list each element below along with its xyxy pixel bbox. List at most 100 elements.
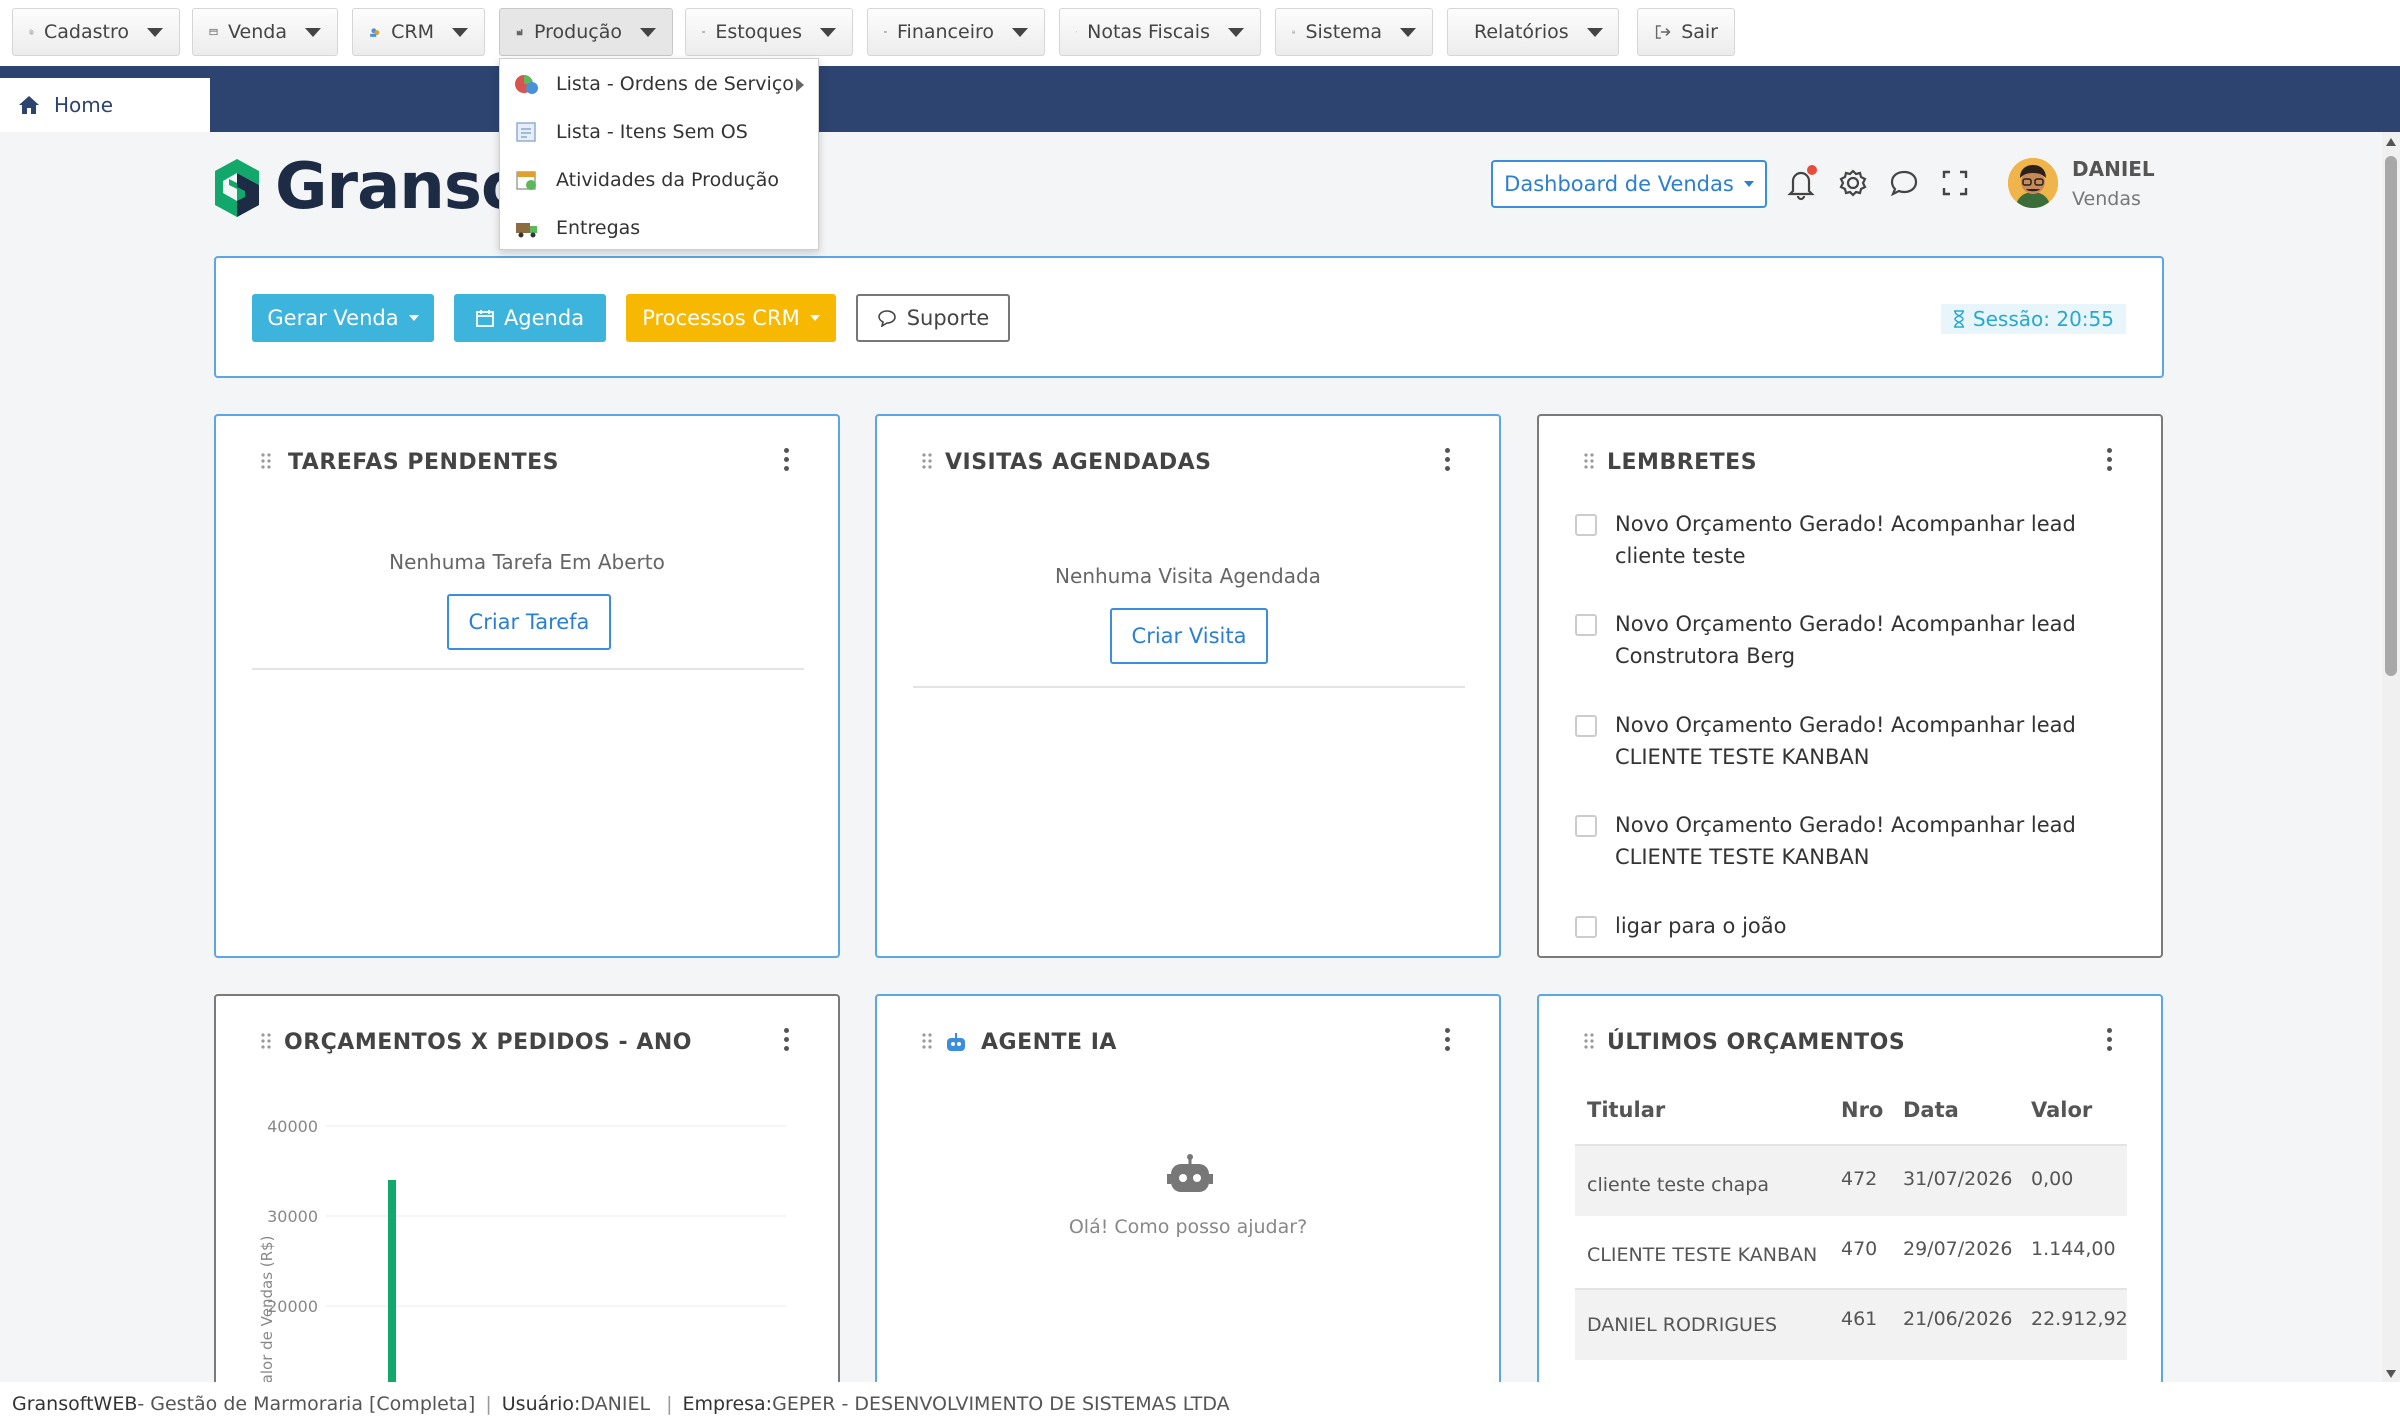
reminder-checkbox[interactable]: [1575, 514, 1597, 536]
reminder-checkbox[interactable]: [1575, 715, 1597, 737]
drag-handle-icon[interactable]: [921, 452, 933, 470]
reminder-line: CLIENTE TESTE KANBAN: [1615, 745, 1870, 769]
caret-down-icon: [147, 27, 163, 37]
menu-item-entregas[interactable]: Entregas: [500, 205, 818, 251]
card-title: AGENTE IA: [981, 1030, 1117, 1055]
menu-producao[interactable]: Produção: [499, 8, 673, 56]
quick-actions-panel: Gerar Venda Agenda Processos CRM Suporte…: [214, 256, 2164, 378]
column-header-data: Data: [1903, 1098, 1959, 1122]
home-icon: [19, 96, 39, 114]
submenu-arrow-icon: [796, 78, 804, 92]
status-company-label: Empresa:: [682, 1392, 773, 1415]
divider: [913, 686, 1465, 688]
cell-nro: 472: [1841, 1168, 1878, 1190]
menu-financeiro[interactable]: Financeiro: [867, 8, 1045, 56]
notification-bell-icon[interactable]: [1781, 163, 1821, 203]
tab-home-label: Home: [54, 93, 114, 117]
criar-visita-button[interactable]: Criar Visita: [1110, 608, 1268, 664]
delivery-icon: [516, 223, 537, 238]
gerar-venda-button[interactable]: Gerar Venda: [252, 294, 434, 342]
status-user-label: Usuário:: [501, 1392, 581, 1415]
y-tick-label: 30000: [267, 1207, 318, 1226]
reminder-line: Novo Orçamento Gerado! Acompanhar lead: [1615, 813, 2076, 837]
reminder-item[interactable]: ligar para o joão: [1575, 910, 2135, 942]
suporte-button[interactable]: Suporte: [856, 294, 1010, 342]
dashboard-select-label: Dashboard de Vendas: [1504, 172, 1734, 196]
card-options-icon[interactable]: [1443, 448, 1451, 472]
menu-venda[interactable]: Venda: [192, 8, 338, 56]
hourglass-icon: [1953, 310, 1964, 328]
tarefas-empty-message: Nenhuma Tarefa Em Aberto: [389, 550, 665, 574]
reminder-line: Novo Orçamento Gerado! Acompanhar lead: [1615, 713, 2076, 737]
exit-button[interactable]: Sair: [1637, 8, 1735, 56]
reminder-checkbox[interactable]: [1575, 815, 1597, 837]
reminder-text: Novo Orçamento Gerado! Acompanhar lead CL…: [1615, 709, 2076, 773]
menu-estoques[interactable]: Estoques: [685, 8, 853, 56]
session-timer-label: Sessão: 20:55: [1972, 307, 2114, 331]
page-scrollbar[interactable]: [2382, 132, 2400, 1382]
scroll-thumb[interactable]: [2385, 156, 2397, 676]
drag-handle-icon[interactable]: [1583, 452, 1595, 470]
chart-bar: [388, 1180, 396, 1396]
scroll-up-icon[interactable]: [2386, 138, 2396, 146]
cell-valor: 0,00: [2031, 1168, 2074, 1190]
menu-item-atividades-producao[interactable]: Atividades da Produção: [500, 157, 818, 203]
drag-handle-icon[interactable]: [921, 1032, 933, 1050]
dashboard-select[interactable]: Dashboard de Vendas: [1491, 160, 1767, 208]
status-module: - Gestão de Marmoraria [Completa]: [137, 1392, 476, 1415]
card-options-icon[interactable]: [1443, 1028, 1451, 1052]
reminder-item[interactable]: Novo Orçamento Gerado! Acompanhar lead CL…: [1575, 809, 2135, 873]
calendar-icon: [476, 310, 494, 327]
card-options-icon[interactable]: [782, 1028, 790, 1052]
card-options-icon[interactable]: [2105, 1028, 2113, 1052]
drag-handle-icon[interactable]: [1583, 1032, 1595, 1050]
drag-handle-icon[interactable]: [260, 452, 272, 470]
y-tick-label: 40000: [267, 1117, 318, 1136]
visitas-empty-message: Nenhuma Visita Agendada: [1055, 564, 1321, 588]
menu-sistema[interactable]: Sistema: [1275, 8, 1433, 56]
processos-crm-button[interactable]: Processos CRM: [626, 294, 836, 342]
fullscreen-icon[interactable]: [1935, 163, 1975, 203]
barcode-icon: [702, 31, 705, 33]
menu-relatorios[interactable]: Relatórios: [1447, 8, 1619, 56]
caret-down-icon: [820, 27, 836, 37]
table-row[interactable]: DANIEL RODRIGUES 461 21/06/2026 22.912,9…: [1575, 1290, 2128, 1360]
navigation-bar: [0, 66, 2400, 132]
drag-handle-icon[interactable]: [260, 1032, 272, 1050]
session-timer-badge: Sessão: 20:55: [1940, 304, 2126, 334]
reminder-text: Novo Orçamento Gerado! Acompanhar lead Co…: [1615, 608, 2076, 672]
agenda-button[interactable]: Agenda: [454, 294, 606, 342]
reminder-item[interactable]: Novo Orçamento Gerado! Acompanhar lead CL…: [1575, 709, 2135, 773]
table-row[interactable]: cliente teste chapa 472 31/07/2026 0,00: [1575, 1146, 2127, 1216]
caret-down-icon: [408, 315, 419, 321]
reminder-item[interactable]: Novo Orçamento Gerado! Acompanhar lead Co…: [1575, 608, 2135, 672]
gerar-venda-label: Gerar Venda: [267, 306, 399, 330]
cell-valor: 22.912,92: [2031, 1308, 2128, 1330]
tab-home[interactable]: Home: [0, 78, 210, 132]
factory-icon: [516, 29, 523, 36]
card-options-icon[interactable]: [782, 448, 790, 472]
caret-down-icon: [305, 27, 321, 37]
chat-bubble-icon[interactable]: [1884, 163, 1924, 203]
reminder-item[interactable]: Novo Orçamento Gerado! Acompanhar lead cl…: [1575, 508, 2135, 572]
criar-tarefa-button[interactable]: Criar Tarefa: [447, 594, 611, 650]
user-role: Vendas: [2072, 188, 2141, 210]
card-options-icon[interactable]: [2105, 448, 2113, 472]
menu-item-ordens-servico[interactable]: Lista - Ordens de Serviço: [500, 61, 818, 107]
reminder-checkbox[interactable]: [1575, 916, 1597, 938]
reminder-line: Construtora Berg: [1615, 644, 1796, 668]
processos-crm-label: Processos CRM: [642, 306, 800, 330]
column-header-nro: Nro: [1841, 1098, 1884, 1122]
cell-valor: 1.144,00: [2031, 1238, 2116, 1260]
menu-item-itens-sem-os[interactable]: Lista - Itens Sem OS: [500, 109, 818, 155]
gear-icon[interactable]: [1833, 163, 1873, 203]
table-row[interactable]: CLIENTE TESTE KANBAN 470 29/07/2026 1.14…: [1575, 1218, 2127, 1288]
menu-crm[interactable]: CRM: [352, 8, 485, 56]
scroll-down-icon[interactable]: [2386, 1370, 2396, 1378]
avatar[interactable]: [2008, 158, 2058, 208]
menu-notas-fiscais[interactable]: Notas Fiscais: [1059, 8, 1261, 56]
reminder-checkbox[interactable]: [1575, 614, 1597, 636]
menu-cadastro[interactable]: Cadastro: [12, 8, 180, 56]
status-company: GEPER - DESENVOLVIMENTO DE SISTEMAS LTDA: [772, 1392, 1230, 1415]
user-name: DANIEL: [2072, 157, 2155, 181]
